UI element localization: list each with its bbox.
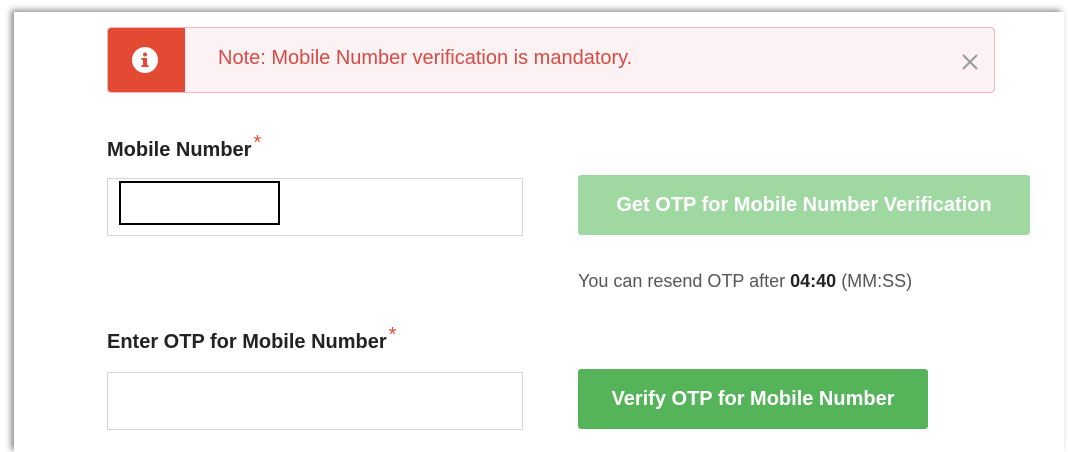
- required-marker: *: [388, 324, 397, 346]
- resend-timer: 04:40: [790, 271, 837, 291]
- verify-otp-button[interactable]: Verify OTP for Mobile Number: [578, 369, 928, 429]
- alert-message: Note: Mobile Number verification is mand…: [218, 47, 633, 69]
- otp-input[interactable]: [107, 372, 523, 430]
- mobile-number-label-text: Mobile Number: [107, 139, 252, 161]
- mobile-number-input[interactable]: [107, 178, 523, 236]
- otp-label-text: Enter OTP for Mobile Number: [107, 331, 387, 353]
- mobile-number-label: Mobile Number *: [107, 132, 261, 162]
- alert-banner: Note: Mobile Number verification is mand…: [107, 27, 995, 93]
- required-marker: *: [253, 132, 262, 154]
- resend-suffix: (MM:SS): [836, 271, 913, 291]
- resend-otp-notice: You can resend OTP after 04:40 (MM:SS): [578, 271, 912, 292]
- close-icon[interactable]: [961, 53, 979, 71]
- alert-icon-box: [108, 28, 185, 92]
- info-icon: [132, 47, 158, 73]
- get-otp-button[interactable]: Get OTP for Mobile Number Verification: [578, 175, 1030, 235]
- redacted-value-box: [119, 181, 280, 225]
- otp-label: Enter OTP for Mobile Number *: [107, 324, 396, 354]
- resend-prefix: You can resend OTP after: [578, 271, 791, 291]
